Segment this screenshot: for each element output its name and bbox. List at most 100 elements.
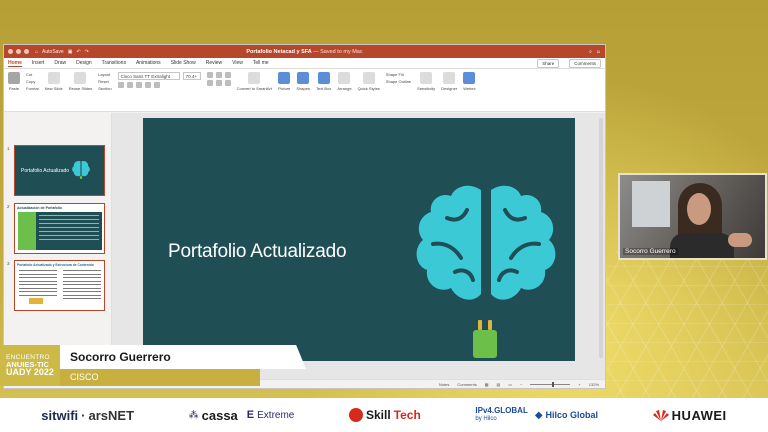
layout-button[interactable]: Layout: [98, 72, 111, 77]
title-bar: ⌂ AutoSave ▣ ↶ ↷ Portafolio Netacad y SF…: [4, 45, 605, 58]
format-row: [117, 82, 201, 88]
paste-icon: [8, 72, 20, 84]
share-button[interactable]: Share: [537, 58, 560, 68]
align-center-icon[interactable]: [215, 80, 222, 86]
paragraph-group: [206, 72, 231, 86]
sponsor-cassa-extreme: ⁂ cassa E Extreme: [189, 408, 295, 423]
format-painter-button[interactable]: Format: [26, 86, 39, 91]
ribbon-tabs: Home Insert Draw Design Transitions Anim…: [4, 58, 605, 69]
tab-slide-show[interactable]: Slide Show: [171, 60, 196, 66]
convert-label: Convert to SmartArt: [236, 86, 272, 91]
shapes-button[interactable]: Shapes: [296, 72, 310, 91]
lower-third: ENCUENTRO ANUIES-TIC UADY 2022 Socorro G…: [0, 345, 306, 386]
strikethrough-icon[interactable]: [144, 82, 151, 88]
designer-icon: [443, 72, 456, 84]
zoom-level[interactable]: 132%: [589, 382, 599, 387]
font-name-select[interactable]: Cisco Sans TT Extralight: [117, 72, 180, 80]
zoom-out-icon[interactable]: −: [520, 382, 522, 387]
new-slide-icon: [47, 72, 60, 84]
tab-animations[interactable]: Animations: [136, 60, 161, 66]
picture-button[interactable]: Picture: [278, 72, 290, 91]
vertical-scrollbar[interactable]: [599, 118, 603, 358]
webex-icon: [463, 72, 476, 84]
cassa-logo-icon: ⁂: [188, 409, 199, 421]
normal-view-icon[interactable]: ▦: [485, 382, 489, 387]
cut-button[interactable]: Cut: [26, 72, 39, 77]
current-slide[interactable]: Portafolio Actualizado: [143, 118, 575, 361]
paragraph-row-2: [206, 80, 231, 86]
tab-draw[interactable]: Draw: [54, 60, 66, 66]
sensitivity-icon: [420, 72, 433, 84]
thumb-2-accent: [18, 212, 36, 250]
status-comments-button[interactable]: Comments: [457, 382, 476, 387]
slides-group: Layout Reset Section: [98, 72, 111, 91]
tab-home[interactable]: Home: [8, 60, 22, 67]
shapes-label: Shapes: [296, 86, 310, 91]
sensitivity-button[interactable]: Sensitivity: [417, 72, 435, 91]
webex-button[interactable]: Webex: [463, 72, 476, 91]
event-logo: ENCUENTRO ANUIES-TIC UADY 2022: [0, 345, 60, 386]
clipboard-group: Cut Copy Format: [26, 72, 39, 91]
paste-group[interactable]: Paste: [8, 72, 20, 91]
bold-icon[interactable]: [117, 82, 124, 88]
arrange-button[interactable]: Arrange: [337, 72, 352, 91]
quick-styles-label: Quick Styles: [357, 86, 380, 91]
slide-title[interactable]: Portafolio Actualizado: [168, 241, 347, 263]
italic-icon[interactable]: [126, 82, 133, 88]
numbering-icon[interactable]: [215, 72, 222, 78]
webcam-person-hand: [728, 233, 752, 247]
text-box-button[interactable]: Text Box: [316, 72, 331, 91]
cassa-text: cassa: [201, 407, 238, 423]
font-group: Cisco Sans TT Extralight 70.4+: [117, 72, 201, 88]
underline-icon[interactable]: [135, 82, 142, 88]
reset-button[interactable]: Reset: [98, 79, 111, 84]
shape-fill-button[interactable]: Shape Fill: [386, 72, 411, 77]
document-title: Portafolio Netacad y SFA — Saved to my M…: [4, 49, 605, 55]
indent-icon[interactable]: [224, 72, 231, 78]
tab-view[interactable]: View: [232, 60, 243, 66]
tab-review[interactable]: Review: [206, 60, 222, 66]
section-button[interactable]: Section: [98, 86, 111, 91]
thumb-3-col-left: [19, 270, 57, 298]
font-color-icon[interactable]: [153, 82, 160, 88]
notes-button[interactable]: Notes: [439, 382, 449, 387]
sponsor-sitwifi: sitwifi · arsNET: [41, 408, 134, 423]
sponsor-separator-icon: ·: [81, 407, 86, 423]
thumb-number-3: 3: [7, 261, 10, 266]
tab-design[interactable]: Design: [76, 60, 92, 66]
tell-me-search[interactable]: Tell me: [253, 60, 269, 66]
sensitivity-label: Sensitivity: [417, 86, 436, 91]
slide-thumbnail-3[interactable]: Portafolio Actualizado y Estructura de C…: [14, 260, 105, 311]
smartart-icon: [248, 72, 261, 84]
slide-sorter-icon[interactable]: ▤: [497, 382, 501, 387]
ipv4-logo: IPv4.GLOBAL by Hilco: [475, 407, 527, 423]
thumb-3-col-right: [63, 270, 101, 302]
quick-styles-button[interactable]: Quick Styles: [358, 72, 380, 91]
zoom-in-icon[interactable]: +: [578, 382, 580, 387]
ipv4-by-text: by Hilco: [475, 416, 497, 422]
brain-icon: [416, 185, 556, 300]
slide-thumbnail-1[interactable]: Portafolio Actualizado: [14, 145, 105, 196]
copy-button[interactable]: Copy: [26, 79, 39, 84]
shape-outline-button[interactable]: Shape Outline: [386, 79, 411, 84]
tab-transitions[interactable]: Transitions: [102, 60, 126, 66]
thumb-1-title: Portafolio Actualizado: [21, 168, 70, 174]
editor-area: 1 Portafolio Actualizado 2 Actualización…: [4, 113, 605, 379]
zoom-slider[interactable]: [530, 381, 571, 387]
tab-insert[interactable]: Insert: [32, 60, 45, 66]
convert-smartart-button[interactable]: Convert to SmartArt: [237, 72, 272, 91]
align-right-icon[interactable]: [224, 80, 231, 86]
bullets-icon[interactable]: [206, 72, 213, 78]
align-left-icon[interactable]: [206, 80, 213, 86]
huawei-text: HUAWEI: [671, 407, 727, 423]
font-size-select[interactable]: 70.4+: [182, 72, 201, 80]
designer-button[interactable]: Designer: [441, 72, 457, 91]
comments-button[interactable]: Comments: [569, 58, 601, 68]
slide-thumbnail-pane: 1 Portafolio Actualizado 2 Actualización…: [4, 113, 112, 379]
reading-view-icon[interactable]: ▭: [508, 382, 512, 387]
extreme-logo-icon: E: [246, 409, 255, 421]
picture-icon: [278, 72, 291, 84]
slide-thumbnail-2[interactable]: Actualización de Portafolio: [14, 203, 105, 254]
reuse-slides-button[interactable]: Reuse Slides: [69, 72, 92, 91]
new-slide-button[interactable]: New Slide: [45, 72, 63, 91]
